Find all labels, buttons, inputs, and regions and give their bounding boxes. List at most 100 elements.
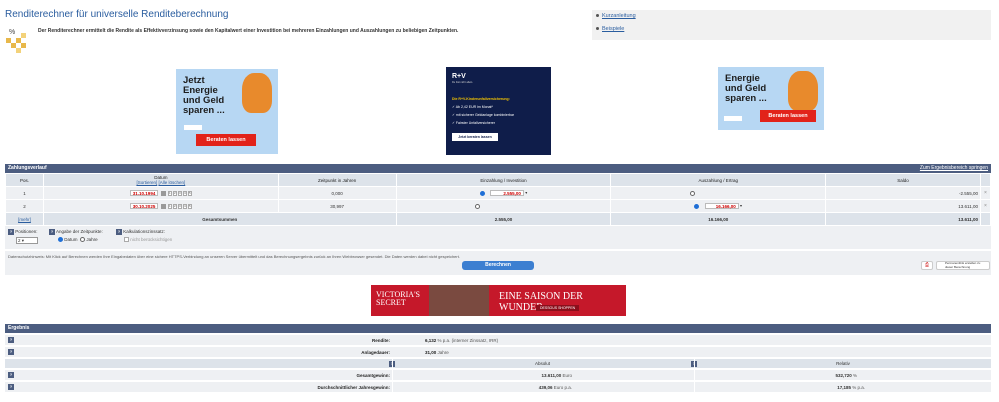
link-beispiele[interactable]: Beispiele <box>596 26 624 32</box>
col-relativ: Relativ <box>694 359 991 369</box>
ad-energie-text: Jetzt Energie und Geld sparen ... <box>183 75 225 116</box>
gesamtgewinn-row: ? Gesamtgewinn: 13.611,00 Euro 532,720 % <box>5 370 991 381</box>
positions-option: ? Positionen: <box>8 229 38 235</box>
row-zeitpunkt: 30,997 <box>277 199 397 213</box>
date-tool[interactable]: 2 <box>172 190 177 196</box>
ad-energie-left[interactable]: Jetzt Energie und Geld sparen ... Berate… <box>176 69 278 154</box>
ad-energie-right[interactable]: Energie und Geld sparen ... Beraten lass… <box>718 67 824 130</box>
models-image <box>429 285 489 316</box>
col-pos: Pos. <box>5 173 44 187</box>
ad-rv[interactable]: R+V Du bist nicht allein. Die R+V-Kinder… <box>446 67 551 155</box>
fox-image <box>242 73 272 113</box>
kalk-checkbox[interactable] <box>124 237 129 243</box>
tool-icons: ⎙ Permanentlink erstellen zu dieser Bere… <box>921 261 991 270</box>
vs-brand: VICTORIA'S SECRET <box>376 290 420 307</box>
dropdown-icon[interactable]: ▾ <box>740 203 742 208</box>
jahresgewinn-abs: 439,06 <box>538 385 553 390</box>
col-datum: Datum [Sortieren] [Alle löschen] <box>42 173 279 187</box>
auszahlung-radio[interactable] <box>690 190 696 196</box>
jahresgewinn-label: Durchschnittlicher Jahresgewinn: <box>317 385 390 390</box>
table-row: 1 31.10.1994 12345 0,000 2.555,00 ▾ -2.5… <box>5 186 992 200</box>
rendite-label: Rendite: <box>372 338 390 343</box>
sum-saldo: 13.611,00 <box>825 212 981 226</box>
ad-victorias-secret[interactable]: VICTORIA'S SECRET EINE SAISON DER WUNDER… <box>371 285 626 316</box>
rv-item: ✓ mit sicherer Geldanlage kombinierbar <box>452 113 515 117</box>
anlagedauer-row: ? Anlagedauer: 31,00 Jahre <box>5 347 991 358</box>
payments-header: Zahlungsverlauf Zum Ergebnisbereich spri… <box>5 164 991 173</box>
date-tool[interactable]: 2 <box>172 203 177 209</box>
einzahlung-input[interactable]: 2.555,00 <box>489 190 524 196</box>
calendar-icon[interactable] <box>160 203 166 209</box>
col-einzahlung: Einzahlung / Investition <box>395 173 612 187</box>
sum-einzahlung: 2.555,00 <box>395 212 612 226</box>
more-link[interactable]: [mehr] <box>18 217 31 222</box>
rv-headline: Die R+V-Kinderunfallversicherung: <box>452 97 510 101</box>
help-icon[interactable]: ? <box>8 337 14 343</box>
print-icon[interactable]: ⎙ <box>921 261 933 270</box>
delete-row-icon[interactable]: × <box>984 203 987 209</box>
ad-energie2-button[interactable]: Beraten lassen <box>760 110 816 122</box>
help-icon[interactable]: ? <box>8 349 14 355</box>
date-tool[interactable]: 3 <box>177 190 182 196</box>
vs-button[interactable]: DESSOUS SHOPPEN <box>536 305 580 311</box>
date-tool[interactable]: 4 <box>182 190 187 196</box>
col-auszahlung: Auszahlung / Ertrag <box>610 173 827 187</box>
date-tool[interactable]: 5 <box>187 190 192 196</box>
clear-all-link[interactable]: [Alle löschen] <box>158 180 185 185</box>
jump-to-results-link[interactable]: Zum Ergebnisbereich springen <box>920 164 988 173</box>
side-links: Kurzanleitung Beispiele <box>592 10 991 40</box>
date-tool[interactable]: 3 <box>177 203 182 209</box>
results-header: Ergebnis <box>5 324 991 333</box>
kalk-option: ? Kalkulationszinssatz: <box>116 229 166 235</box>
jahresgewinn-rel: 17,185 <box>837 385 851 390</box>
permalink-button[interactable]: Permanentlink erstellen zu dieser Berech… <box>936 261 990 270</box>
date-tool[interactable]: 1 <box>167 203 172 209</box>
rv-item: ✓ Ab 2,42 EUR im Monat* <box>452 105 493 109</box>
anlagedauer-label: Anlagedauer: <box>361 350 390 355</box>
einzahlung-radio[interactable] <box>475 203 481 209</box>
delete-row-icon[interactable]: × <box>984 190 987 196</box>
help-icon[interactable]: ? <box>8 229 14 235</box>
rv-item: ✓ Fairster Unfallversicherer <box>452 121 495 125</box>
calculate-button[interactable]: Berechnen <box>462 261 534 270</box>
zeitpunkt-datum-radio[interactable] <box>58 237 63 243</box>
ad-energie2-text: Energie und Geld sparen ... <box>725 73 767 104</box>
link-kurzanleitung[interactable]: Kurzanleitung <box>596 13 636 19</box>
row-pos: 1 <box>5 186 44 200</box>
ad-energie-button[interactable]: Beraten lassen <box>196 134 256 146</box>
help-icon[interactable]: ? <box>116 229 122 235</box>
date-tool[interactable]: 5 <box>187 203 192 209</box>
auszahlung-radio[interactable] <box>694 203 700 209</box>
help-icon[interactable]: ? <box>49 229 55 235</box>
rendite-row: ? Rendite: 6,132 % p.a. (interner Zinssa… <box>5 335 991 346</box>
percent-icon: % <box>9 29 16 36</box>
date-input[interactable]: 30.10.2025 <box>129 203 159 209</box>
zeitpunkt-jahre-radio[interactable] <box>80 237 86 243</box>
auszahlung-input[interactable]: 16.166,00 <box>704 203 739 209</box>
help-icon[interactable]: ? <box>8 372 14 378</box>
results-columns: ? Absolut ? Relativ <box>5 359 991 369</box>
date-tool[interactable]: 4 <box>182 203 187 209</box>
payments-table: Pos. Datum [Sortieren] [Alle löschen] Ze… <box>5 173 992 226</box>
rv-brand: R+V <box>452 73 466 80</box>
date-tool[interactable]: 1 <box>167 190 172 196</box>
positions-select[interactable]: 2 ▾ <box>16 237 38 244</box>
row-saldo: 13.611,00 <box>825 199 981 213</box>
gesamtgewinn-abs: 13.611,00 <box>541 373 562 378</box>
dropdown-icon[interactable]: ▾ <box>525 190 527 195</box>
sum-auszahlung: 16.166,00 <box>610 212 827 226</box>
fox-image <box>788 71 818 111</box>
einzahlung-radio[interactable] <box>479 190 485 196</box>
rv-button[interactable]: Jetzt beraten lassen <box>452 133 498 141</box>
sort-link[interactable]: [Sortieren] <box>136 180 157 185</box>
help-icon[interactable]: ? <box>8 384 14 390</box>
jahresgewinn-row: ? Durchschnittlicher Jahresgewinn: 439,0… <box>5 382 991 393</box>
sum-row: [mehr] Gesamtsummen 2.555,00 16.166,00 1… <box>5 212 992 226</box>
rendite-value: 6,132 <box>425 338 437 343</box>
sum-label: Gesamtsummen <box>42 212 397 226</box>
table-row: 2 30.10.2025 12345 30,997 16.166,00 ▾ 13… <box>5 199 992 213</box>
page-title: Renditerechner für universelle Renditebe… <box>5 9 229 20</box>
calendar-icon[interactable] <box>160 190 166 196</box>
col-saldo: Saldo <box>825 173 981 187</box>
date-input[interactable]: 31.10.1994 <box>129 190 159 196</box>
